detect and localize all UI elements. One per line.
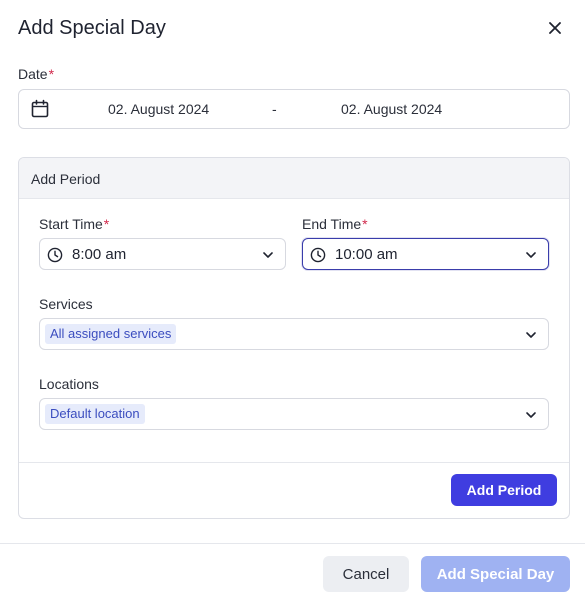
date-start-value[interactable]: 02. August 2024 <box>108 101 209 117</box>
date-separator: - <box>272 101 277 117</box>
service-tag: All assigned services <box>45 324 177 344</box>
clock-icon <box>310 247 326 263</box>
add-period-button[interactable]: Add Period <box>451 474 557 506</box>
start-time-label: Start Time* <box>39 216 109 232</box>
start-time-select[interactable]: 8:00 am <box>39 238 286 270</box>
required-mark: * <box>362 216 368 232</box>
add-period-card: Add Period Start Time* End Time* 8:00 am… <box>18 157 570 519</box>
start-time-label-text: Start Time <box>39 216 103 232</box>
required-mark: * <box>103 216 110 232</box>
close-button[interactable] <box>545 18 565 38</box>
end-time-value: 10:00 am <box>335 246 398 263</box>
chevron-down-icon <box>526 252 536 258</box>
services-label: Services <box>39 296 93 312</box>
required-mark: * <box>48 66 55 82</box>
end-time-label-text: End Time <box>302 216 362 232</box>
date-label-text: Date <box>18 66 48 82</box>
calendar-icon <box>31 99 49 118</box>
date-label: Date* <box>18 66 54 82</box>
date-end-value[interactable]: 02. August 2024 <box>341 101 442 117</box>
period-header: Add Period <box>19 158 569 199</box>
close-icon <box>549 22 561 34</box>
dialog-title: Add Special Day <box>18 17 166 39</box>
clock-icon <box>47 247 63 263</box>
services-select[interactable]: All assigned services <box>39 318 549 350</box>
chevron-down-icon <box>526 412 536 418</box>
period-footer-divider <box>19 462 569 463</box>
start-time-value: 8:00 am <box>72 246 127 263</box>
end-time-label: End Time* <box>302 216 368 232</box>
chevron-down-icon <box>263 252 273 258</box>
dialog-header: Add Special Day <box>18 14 571 42</box>
chevron-down-icon <box>526 332 536 338</box>
cancel-button[interactable]: Cancel <box>323 556 409 592</box>
add-special-day-button[interactable]: Add Special Day <box>421 556 570 592</box>
location-tag: Default location <box>45 404 145 424</box>
date-range-picker[interactable]: 02. August 2024 - 02. August 2024 <box>18 89 570 129</box>
locations-select[interactable]: Default location <box>39 398 549 430</box>
special-day-dialog: Add Special Day Date* 02. August 2024 - … <box>0 0 585 598</box>
end-time-select[interactable]: 10:00 am <box>302 238 549 270</box>
footer-divider <box>0 543 585 544</box>
locations-label: Locations <box>39 376 99 392</box>
